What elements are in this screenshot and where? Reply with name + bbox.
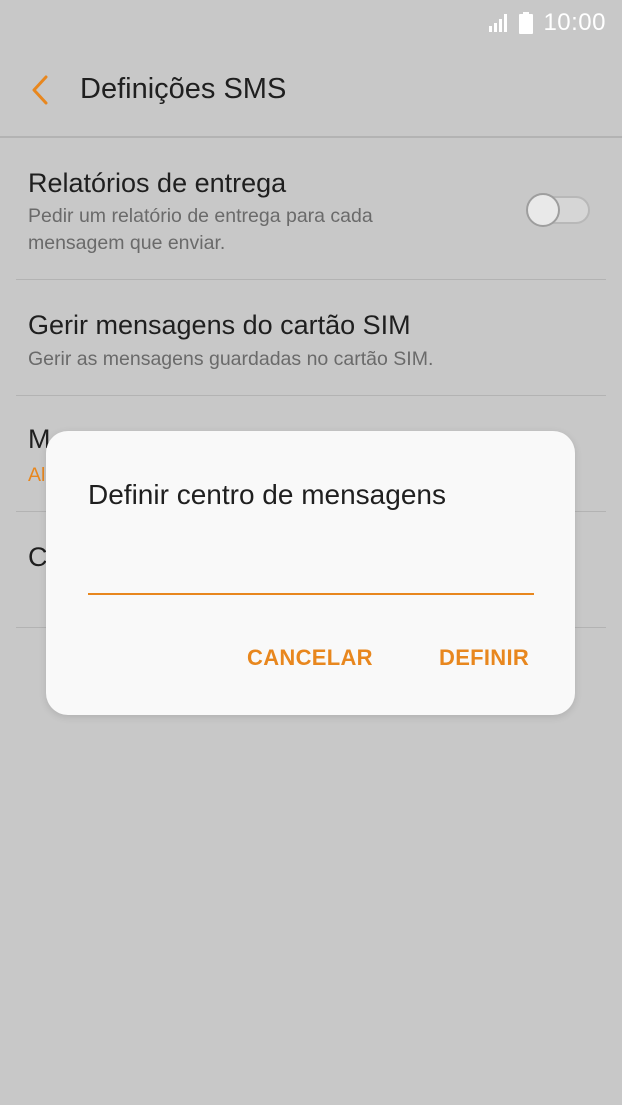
message-center-input[interactable] <box>88 567 534 595</box>
status-time: 10:00 <box>543 9 606 36</box>
setting-delivery-reports[interactable]: Relatórios de entrega Pedir um relatório… <box>0 138 622 280</box>
status-bar: 10:00 <box>0 0 622 44</box>
setting-title: Gerir mensagens do cartão SIM <box>28 310 411 340</box>
setting-title: Relatórios de entrega <box>28 168 287 198</box>
setting-subtitle: Al <box>28 464 46 486</box>
setting-sim-messages[interactable]: Gerir mensagens do cartão SIM Gerir as m… <box>0 280 622 396</box>
toggle-knob <box>526 193 560 227</box>
setting-title: C <box>28 542 48 572</box>
status-icons: 10:00 <box>489 9 606 37</box>
subtitle-line: Pedir um relatório de entrega para cada <box>28 205 373 227</box>
setting-subtitle: Gerir as mensagens guardadas no cartão S… <box>28 348 434 370</box>
delivery-reports-toggle[interactable] <box>526 193 590 227</box>
subtitle-line: mensagem que enviar. <box>28 232 226 254</box>
setting-subtitle: Pedir um relatório de entrega para cada … <box>28 203 373 257</box>
signal-icon <box>489 14 508 32</box>
app-header: Definições SMS <box>0 44 622 138</box>
chevron-left-icon <box>32 75 48 105</box>
battery-icon <box>519 12 534 34</box>
dialog-title: Definir centro de mensagens <box>88 479 446 510</box>
message-center-dialog: Definir centro de mensagens CANCELAR DEF… <box>46 431 575 715</box>
define-button[interactable]: DEFINIR <box>439 645 529 671</box>
cancel-button[interactable]: CANCELAR <box>247 645 373 671</box>
back-button[interactable] <box>20 70 60 110</box>
page-title: Definições SMS <box>80 73 287 105</box>
